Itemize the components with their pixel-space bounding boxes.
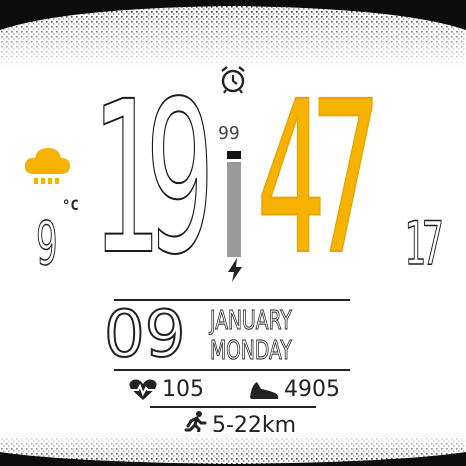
minute-display: 47	[255, 56, 381, 301]
battery-cap	[227, 151, 241, 159]
date-day: 09	[103, 298, 186, 372]
steps-value: 4905	[284, 377, 340, 402]
temperature-unit: °C	[62, 198, 79, 214]
top-texture	[0, 0, 466, 70]
temperature-value: 9	[36, 209, 59, 279]
alarm-clock-icon[interactable]	[218, 64, 248, 94]
bottom-texture	[0, 432, 466, 466]
rain-cloud-icon[interactable]	[22, 144, 72, 190]
watch-face: 19 47 99 °C 9 17 09 JANUARY MONDAY 105 4…	[0, 0, 466, 466]
bolt-icon	[228, 258, 242, 282]
heart-rate-value: 105	[162, 377, 204, 402]
battery-bar	[227, 151, 241, 257]
battery-fill	[227, 162, 241, 257]
right-value: 17	[404, 209, 445, 279]
heart-rate-icon[interactable]	[128, 378, 158, 402]
shoe-icon[interactable]	[248, 380, 280, 402]
stats-divider	[150, 406, 316, 408]
date-weekday: MONDAY	[210, 336, 292, 366]
hour-display: 19	[89, 56, 215, 301]
battery-percent: 99	[218, 123, 240, 144]
date-month: JANUARY	[210, 306, 292, 336]
date-bottom-divider	[114, 369, 350, 371]
